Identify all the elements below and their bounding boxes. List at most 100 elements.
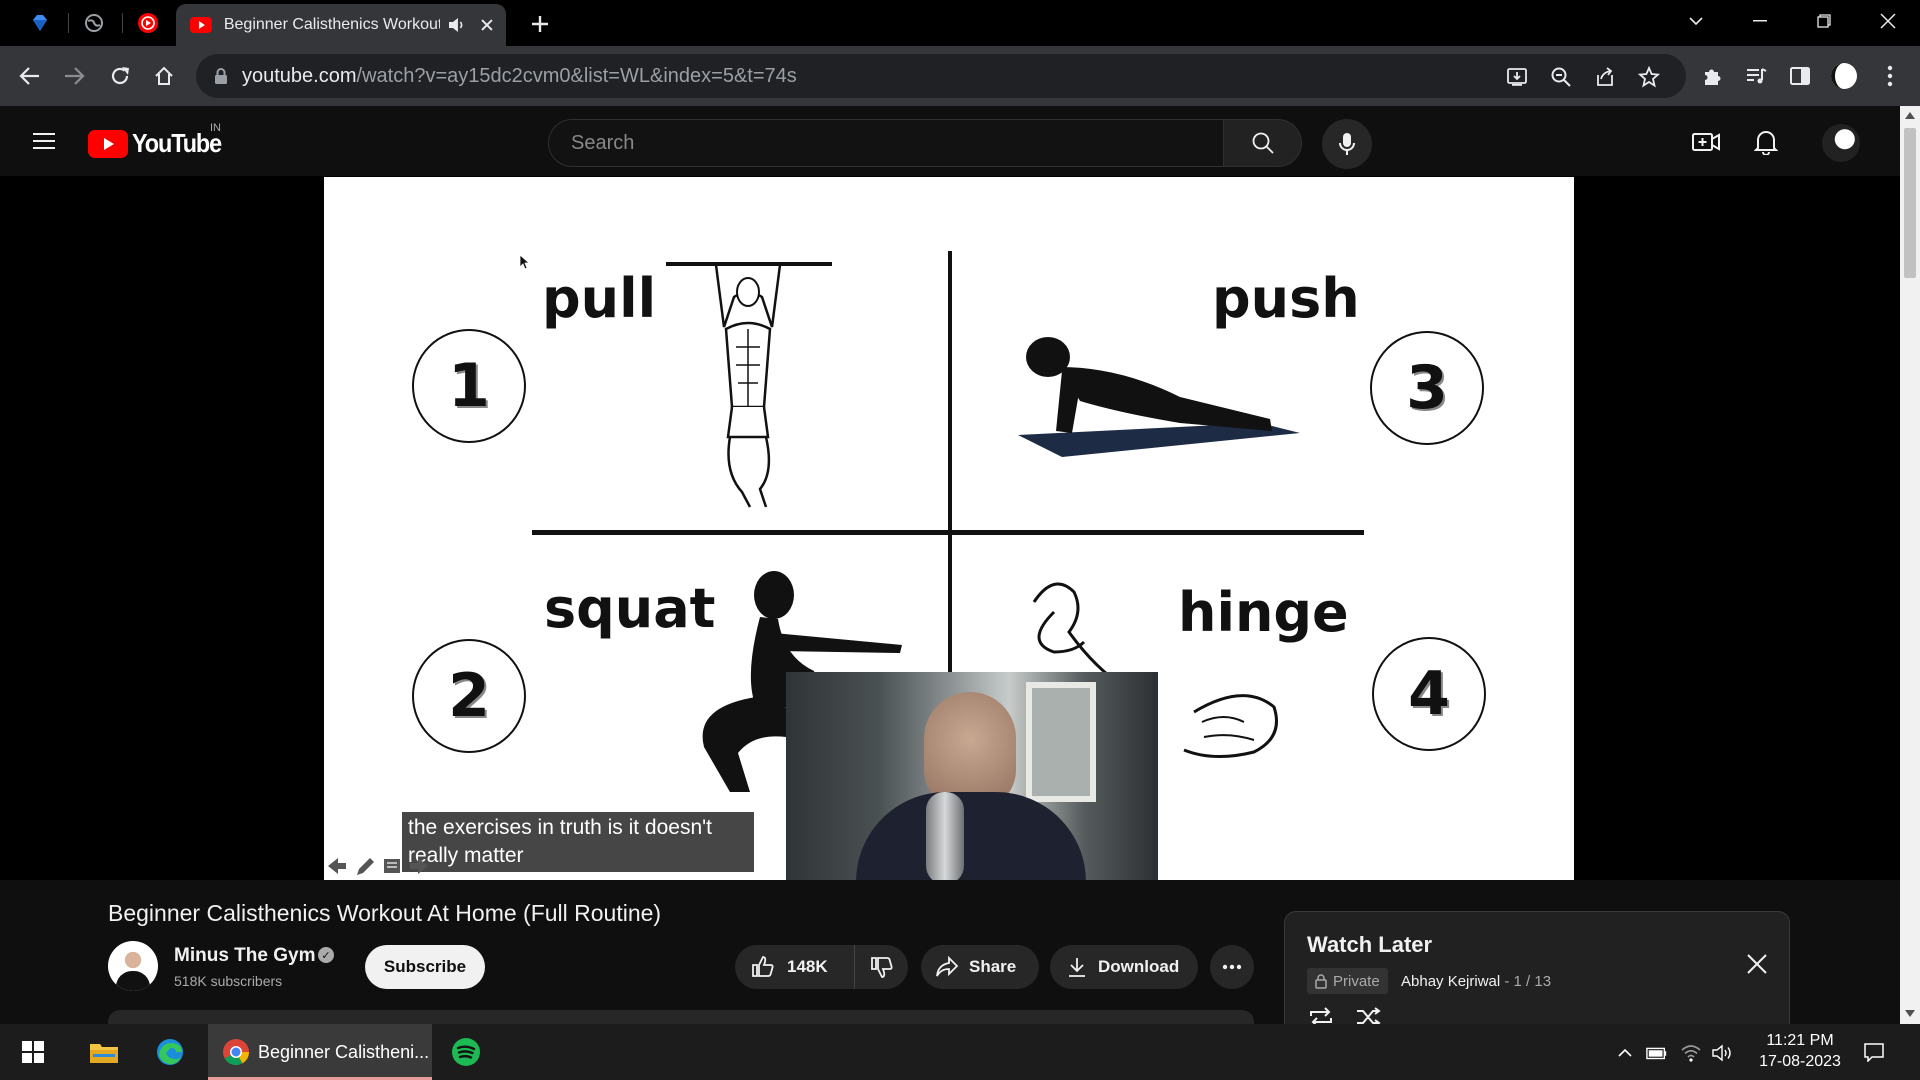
- pinned-tab-youtube-music[interactable]: [128, 8, 168, 38]
- bookmark-button[interactable]: [1636, 64, 1662, 90]
- hamburger-icon: [33, 133, 55, 149]
- slide-label-push: push: [1212, 267, 1360, 330]
- page-scrollbar[interactable]: [1900, 106, 1920, 1024]
- spotify-button[interactable]: [446, 1030, 486, 1074]
- dislike-button[interactable]: [855, 945, 908, 989]
- closed-caption: the exercises in truth is it doesn't rea…: [402, 812, 754, 872]
- slide-number-2: 2: [412, 639, 526, 753]
- pinned-tab-globe[interactable]: [74, 8, 114, 38]
- minimize-icon: [1753, 20, 1767, 22]
- media-control-button[interactable]: [1740, 60, 1772, 92]
- download-button[interactable]: Download: [1050, 945, 1198, 989]
- more-horizontal-icon: [1222, 964, 1242, 970]
- share-button[interactable]: Share: [921, 945, 1039, 989]
- search-box[interactable]: [548, 119, 1224, 167]
- network-status[interactable]: [1680, 1042, 1702, 1064]
- zoom-button[interactable]: [1548, 64, 1574, 90]
- playlist-owner[interactable]: Abhay Kejriwal: [1401, 973, 1500, 990]
- arrow-right-icon[interactable]: [408, 856, 430, 876]
- lock-icon: [215, 68, 227, 84]
- close-window-button[interactable]: [1858, 0, 1918, 42]
- battery-status[interactable]: [1646, 1042, 1668, 1064]
- url-host: youtube.com: [242, 64, 357, 87]
- thumbs-up-icon: [752, 956, 774, 977]
- scroll-up-arrow-icon[interactable]: [1905, 112, 1915, 119]
- url-text: youtube.com/watch?v=ay15dc2cvm0&list=WL&…: [242, 65, 797, 88]
- youtube-logo[interactable]: YouTube IN: [88, 122, 231, 159]
- loop-icon[interactable]: [1307, 1006, 1335, 1024]
- like-dislike-group: 148K: [735, 945, 908, 989]
- mouse-cursor-icon: [519, 254, 529, 270]
- restore-button[interactable]: [1794, 0, 1854, 42]
- notes-icon[interactable]: [382, 856, 402, 876]
- side-panel-button[interactable]: [1784, 60, 1816, 92]
- forward-button[interactable]: [58, 60, 90, 92]
- folder-icon: [90, 1044, 118, 1063]
- notifications-button[interactable]: [1750, 126, 1782, 158]
- plus-icon: [532, 16, 548, 32]
- close-playlist-button[interactable]: [1743, 950, 1771, 978]
- profile-button[interactable]: [1828, 60, 1860, 92]
- pinned-tab-gem[interactable]: [20, 8, 60, 38]
- more-actions-button[interactable]: [1210, 945, 1254, 989]
- back-button[interactable]: [14, 60, 46, 92]
- close-tab-icon[interactable]: [480, 18, 494, 32]
- show-hidden-icons-button[interactable]: [1614, 1042, 1636, 1064]
- volume-icon: [1712, 1044, 1731, 1062]
- clock-time: 11:21 PM: [1766, 1032, 1834, 1049]
- windows-taskbar: Beginner Calistheni... 11:21 PM 17-08-20…: [0, 1024, 1920, 1080]
- action-center-button[interactable]: [1862, 1040, 1886, 1064]
- reload-button[interactable]: [104, 60, 136, 92]
- channel-avatar[interactable]: [108, 941, 158, 991]
- speaker-icon[interactable]: [448, 17, 466, 33]
- playlist-title[interactable]: Watch Later: [1307, 932, 1432, 958]
- file-explorer-button[interactable]: [84, 1030, 124, 1074]
- share-label: Share: [969, 957, 1017, 976]
- extensions-button[interactable]: [1696, 60, 1728, 92]
- share-page-button[interactable]: [1592, 64, 1618, 90]
- minimize-button[interactable]: [1730, 0, 1790, 42]
- description-box[interactable]: [108, 1010, 1254, 1024]
- privacy-badge: Private: [1307, 968, 1388, 994]
- share-arrow-icon: [936, 956, 959, 977]
- tab-separator: [122, 13, 123, 33]
- reload-icon: [111, 67, 129, 85]
- arrow-left-icon[interactable]: [326, 856, 348, 876]
- home-icon: [155, 66, 173, 85]
- tab-active-youtube[interactable]: Beginner Calisthenics Workout At Home (F…: [176, 4, 506, 46]
- voice-search-button[interactable]: [1322, 119, 1372, 169]
- guide-menu-button[interactable]: [28, 127, 60, 155]
- create-button[interactable]: [1690, 126, 1722, 158]
- account-avatar[interactable]: [1822, 124, 1860, 162]
- search-button[interactable]: [1224, 119, 1302, 167]
- volume-control[interactable]: [1712, 1042, 1734, 1064]
- like-button[interactable]: 148K: [735, 945, 855, 989]
- install-app-button[interactable]: [1504, 64, 1530, 90]
- system-clock[interactable]: 11:21 PM 17-08-2023: [1742, 1030, 1858, 1072]
- subscribe-button[interactable]: Subscribe: [365, 945, 485, 989]
- pencil-icon[interactable]: [354, 856, 376, 878]
- lock-icon: [1315, 973, 1327, 989]
- caption-line-2: really matter: [408, 844, 524, 867]
- taskbar-chrome-window[interactable]: Beginner Calistheni...: [208, 1024, 432, 1080]
- new-tab-button[interactable]: [526, 10, 554, 38]
- start-button[interactable]: [14, 1030, 52, 1074]
- scroll-thumb[interactable]: [1904, 128, 1916, 278]
- tab-title: Beginner Calisthenics Workout At Home (F…: [223, 16, 441, 33]
- edge-browser-button[interactable]: [150, 1030, 190, 1074]
- search-input[interactable]: [571, 131, 1191, 155]
- microphone-icon: [1339, 133, 1355, 155]
- address-bar[interactable]: youtube.com/watch?v=ay15dc2cvm0&list=WL&…: [196, 54, 1686, 98]
- chrome-menu-button[interactable]: [1874, 60, 1906, 92]
- search-icon: [1252, 132, 1274, 154]
- youtube-wordmark: YouTube: [132, 128, 222, 158]
- subscriber-count: 518K subscribers: [174, 973, 283, 989]
- tab-search-button[interactable]: [1666, 0, 1726, 42]
- thumbs-down-icon: [870, 957, 892, 978]
- create-video-icon: [1692, 133, 1720, 151]
- chrome-icon: [223, 1039, 250, 1066]
- channel-name[interactable]: Minus The Gym: [174, 945, 315, 967]
- scroll-down-arrow-icon[interactable]: [1905, 1010, 1915, 1017]
- shuffle-icon[interactable]: [1355, 1006, 1383, 1024]
- home-button[interactable]: [148, 60, 180, 92]
